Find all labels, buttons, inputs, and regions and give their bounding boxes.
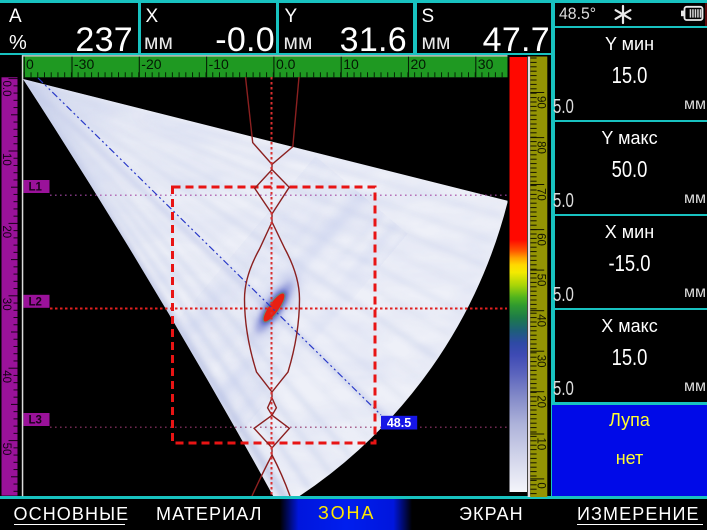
svg-text:30: 30	[0, 298, 12, 311]
svg-text:10: 10	[535, 438, 547, 451]
svg-text:30: 30	[478, 56, 494, 72]
svg-text:20: 20	[411, 56, 427, 72]
svg-text:L1: L1	[29, 182, 43, 194]
svg-text:48.5: 48.5	[387, 416, 411, 430]
svg-text:0: 0	[26, 56, 34, 72]
svg-text:70: 70	[535, 188, 547, 201]
svg-text:50: 50	[0, 443, 12, 456]
svg-text:60: 60	[535, 233, 547, 246]
svg-text:L3: L3	[29, 415, 42, 427]
svg-text:0.0: 0.0	[0, 81, 12, 97]
svg-text:40: 40	[535, 314, 547, 327]
svg-text:-10: -10	[209, 56, 229, 72]
svg-text:0.0: 0.0	[276, 56, 296, 72]
svg-text:10: 10	[343, 56, 359, 72]
svg-text:20: 20	[535, 395, 547, 408]
svg-text:30: 30	[535, 355, 547, 368]
svg-text:50: 50	[535, 274, 547, 287]
svg-text:L2: L2	[29, 296, 42, 308]
svg-text:20: 20	[0, 225, 12, 238]
svg-text:-30: -30	[74, 56, 94, 72]
svg-text:90: 90	[535, 96, 547, 109]
svg-text:40: 40	[0, 370, 12, 383]
svg-text:0: 0	[535, 482, 547, 488]
svg-text:80: 80	[535, 141, 547, 154]
svg-text:-20: -20	[141, 56, 161, 72]
svg-text:10: 10	[0, 153, 12, 166]
